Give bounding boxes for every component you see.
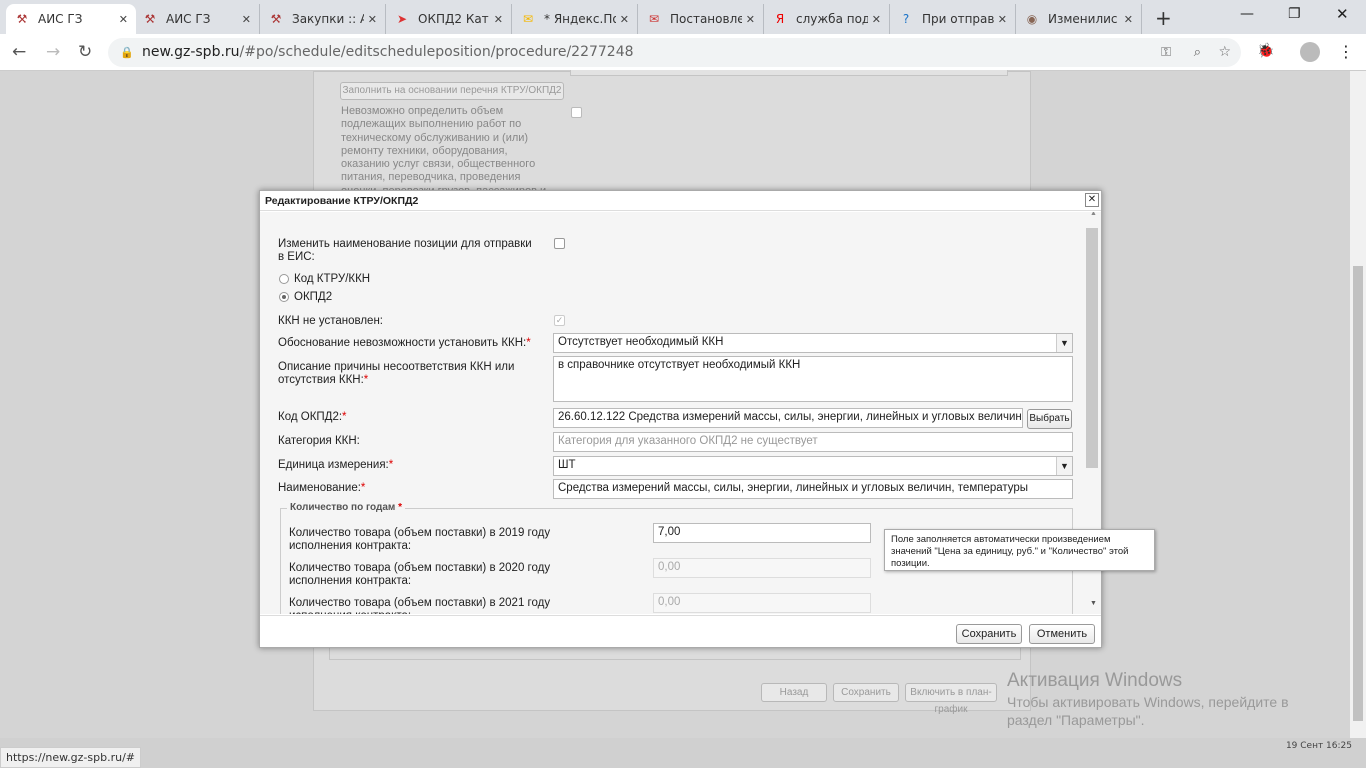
unit-label: Единица измерения:* (278, 459, 394, 471)
yandex-mail-icon: ✉ (522, 12, 534, 26)
description-label: Описание причины несоответствия ККН или … (278, 361, 515, 386)
close-tab-icon[interactable]: ✕ (368, 13, 377, 26)
lock-icon: 🔒 (120, 46, 134, 59)
menu-icon[interactable]: ⋮ (1338, 42, 1354, 61)
browser-tab[interactable]: ➤ ОКПД2 Кат ✕ (386, 4, 512, 34)
radio-ktru[interactable] (279, 274, 289, 284)
dialog-title: Редактирование КТРУ/ОКПД2 (260, 191, 1101, 211)
justification-select[interactable]: Отсутствует необходимый ККН ▼ (553, 333, 1073, 353)
close-tab-icon[interactable]: ✕ (872, 13, 881, 26)
scroll-down-icon: ▼ (1090, 600, 1097, 607)
scroll-up-icon: ▲ (1090, 212, 1097, 217)
background-save-button[interactable]: Сохранить (833, 683, 899, 702)
page-scrollbar[interactable] (1350, 71, 1366, 738)
extension-icon[interactable]: 🐞 (1257, 43, 1274, 59)
close-tab-icon[interactable]: ✕ (620, 13, 629, 26)
clock: 19 Сент 16:25 (1285, 741, 1352, 751)
close-tab-icon[interactable]: ✕ (998, 13, 1007, 26)
close-tab-icon[interactable]: ✕ (1124, 13, 1133, 26)
page-scrollbar-thumb[interactable] (1353, 266, 1363, 721)
star-icon[interactable]: ☆ (1218, 38, 1231, 67)
radio-ktru-label: Код КТРУ/ККН (294, 273, 371, 285)
edit-ktru-dialog: Редактирование КТРУ/ОКПД2 ✕ Изменить наи… (259, 190, 1102, 648)
browser-tab[interactable]: ⚒ АИС ГЗ ✕ (134, 4, 260, 34)
close-tab-icon[interactable]: ✕ (494, 13, 503, 26)
okpd-label: Код ОКПД2:* (278, 411, 347, 423)
years-legend: Количество по годам * (287, 502, 405, 513)
close-window-button[interactable]: ✕ (1336, 5, 1349, 23)
close-tab-icon[interactable]: ✕ (746, 13, 755, 26)
justification-label: Обоснование невозможности установить ККН… (278, 337, 531, 349)
url-input[interactable]: 🔒 new.gz-spb.ru/#po/schedule/editschedul… (108, 38, 1241, 67)
browser-tab[interactable]: ⚒ АИС ГЗ ✕ (6, 4, 136, 34)
close-dialog-button[interactable]: ✕ (1085, 193, 1099, 207)
chevron-down-icon: ▼ (1056, 334, 1072, 352)
year-quantity-label: Количество товара (объем поставки) в 201… (289, 527, 551, 552)
radio-okpd-label: ОКПД2 (294, 291, 333, 303)
status-url: https://new.gz-spb.ru/# (0, 747, 141, 768)
browser-tab[interactable]: ⚒ Закупки :: А ✕ (260, 4, 386, 34)
description-textarea[interactable]: в справочнике отсутствует необходимый КК… (553, 356, 1073, 402)
tools-icon: ⚒ (144, 12, 156, 26)
address-bar-row: ← → ↻ 🔒 new.gz-spb.ru/#po/schedule/edits… (0, 34, 1366, 71)
name-input[interactable]: Средства измерений массы, силы, энергии,… (553, 479, 1073, 499)
fill-from-list-button[interactable]: Заполнить на основании перечня КТРУ/ОКПД… (340, 82, 564, 100)
dialog-save-button[interactable]: Сохранить (956, 624, 1022, 644)
tooltip: Поле заполняется автоматически произведе… (884, 529, 1155, 571)
volume-undetermined-label: Невозможно определить объем подлежащих в… (341, 105, 547, 191)
browser-tab[interactable]: ✉ * Яндекс.По ✕ (512, 4, 638, 34)
dialog-cancel-button[interactable]: Отменить (1029, 624, 1095, 644)
question-icon: ? (902, 12, 910, 26)
key-icon[interactable]: ⚿ (1161, 38, 1171, 67)
minimize-button[interactable]: — (1240, 6, 1254, 22)
volume-undetermined-checkbox[interactable] (571, 107, 582, 118)
kkn-not-set-label: ККН не установлен: (278, 315, 383, 327)
kkn-not-set-checkbox[interactable]: ✓ (554, 315, 565, 326)
close-tab-icon[interactable]: ✕ (119, 13, 128, 26)
new-tab-button[interactable]: + (1155, 6, 1172, 30)
name-label: Наименование:* (278, 482, 366, 494)
choose-okpd-button[interactable]: Выбрать (1027, 409, 1072, 429)
browser-tab[interactable]: ? При отправ ✕ (890, 4, 1016, 34)
tools-icon: ⚒ (16, 12, 28, 26)
back-icon[interactable]: ← (12, 42, 26, 62)
year-quantity-input[interactable]: 0,00 (653, 593, 871, 613)
change-name-checkbox[interactable] (554, 238, 565, 249)
globe-icon: ◉ (1026, 12, 1038, 26)
chevron-down-icon: ▼ (1056, 457, 1072, 475)
windows-activation-watermark: Активация Windows Чтобы активировать Win… (1007, 670, 1289, 728)
mail-icon: ✉ (648, 12, 660, 26)
change-name-label: Изменить наименование позиции для отправ… (278, 238, 532, 263)
yandex-icon: Я (775, 12, 785, 26)
background-textarea (570, 70, 1008, 76)
forward-icon[interactable]: → (46, 42, 60, 62)
browser-tab[interactable]: ◉ Изменилис ✕ (1016, 4, 1142, 34)
tab-bar: ⚒ АИС ГЗ ✕ ⚒ АИС ГЗ ✕ ⚒ Закупки :: А ✕ ➤ ОКПД2 Кат… (0, 0, 1366, 34)
reload-icon[interactable]: ↻ (78, 42, 92, 62)
dialog-scrollbar-thumb[interactable] (1086, 228, 1098, 468)
year-quantity-label: Количество товара (объем поставки) в 202… (289, 562, 551, 587)
browser-tab[interactable]: Яслужба под ✕ (764, 4, 890, 34)
zoom-icon[interactable]: ⌕ (1194, 38, 1201, 67)
radio-okpd[interactable] (279, 292, 289, 302)
year-quantity-label: Количество товара (объем поставки) в 202… (289, 597, 551, 614)
tools-icon: ⚒ (270, 12, 282, 26)
year-quantity-input[interactable]: 7,00 (653, 523, 871, 543)
back-button[interactable]: Назад (761, 683, 827, 702)
avatar[interactable] (1300, 42, 1320, 62)
dialog-footer: Сохранить Отменить (260, 615, 1101, 647)
category-input[interactable]: Категория для указанного ОКПД2 не сущест… (553, 432, 1073, 452)
unit-select[interactable]: ШТ ▼ (553, 456, 1073, 476)
background-section-frame (329, 648, 1021, 660)
include-in-schedule-button[interactable]: Включить в план-график (905, 683, 997, 715)
maximize-button[interactable]: ❐ (1288, 6, 1301, 22)
okpd-input[interactable]: 26.60.12.122 Средства измерений массы, с… (553, 408, 1023, 428)
year-quantity-input[interactable]: 0,00 (653, 558, 871, 578)
red-arrow-icon: ➤ (396, 12, 408, 26)
status-bar: https://new.gz-spb.ru/# 19 Сент 16:25 (0, 738, 1366, 768)
browser-tab[interactable]: ✉ Постановле ✕ (638, 4, 764, 34)
category-label: Категория ККН: (278, 435, 360, 447)
close-tab-icon[interactable]: ✕ (242, 13, 251, 26)
